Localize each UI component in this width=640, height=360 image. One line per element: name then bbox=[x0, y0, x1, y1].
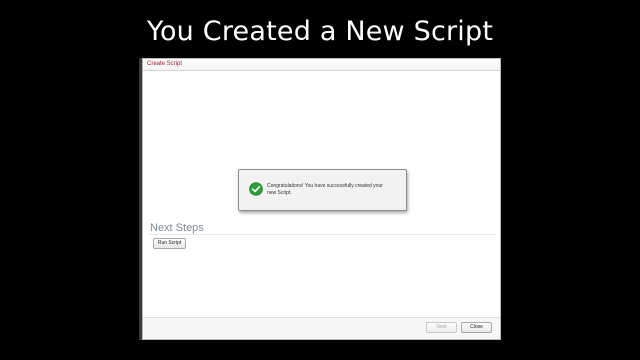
create-script-window: Create Script Congratulations! You have … bbox=[142, 58, 501, 340]
close-button[interactable]: Close bbox=[461, 322, 492, 333]
slide-title: You Created a New Script bbox=[146, 16, 494, 47]
run-script-button[interactable]: Run Script bbox=[153, 238, 186, 249]
window-titlebar: Create Script bbox=[143, 59, 500, 71]
check-circle-icon bbox=[249, 182, 263, 196]
success-message-box: Congratulations! You have successfully c… bbox=[238, 169, 407, 211]
next-button[interactable]: Next bbox=[426, 322, 457, 333]
next-steps-heading: Next Steps bbox=[150, 222, 204, 234]
section-divider bbox=[149, 234, 496, 235]
success-message-line1: Congratulations! You have successfully c… bbox=[267, 183, 383, 189]
window-footer: Next Close bbox=[143, 317, 500, 339]
success-message-line2: new Script. bbox=[267, 190, 292, 196]
window-title: Create Script bbox=[147, 61, 183, 67]
success-message-text: Congratulations! You have successfully c… bbox=[267, 183, 402, 197]
